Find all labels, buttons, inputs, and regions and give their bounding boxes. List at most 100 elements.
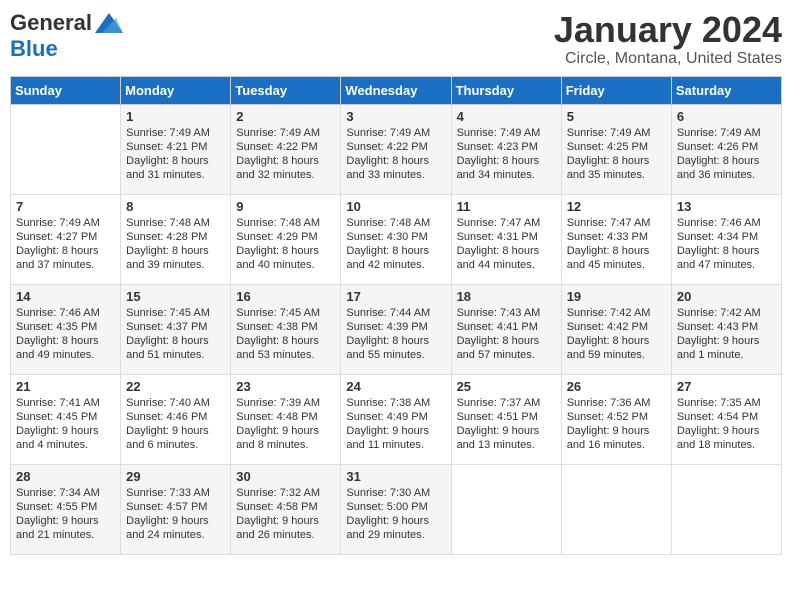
sunset-text: Sunset: 4:22 PM bbox=[346, 140, 445, 154]
daylight-text: Daylight: 9 hours bbox=[457, 424, 556, 438]
daylight-text: and 4 minutes. bbox=[16, 438, 115, 452]
sunset-text: Sunset: 4:25 PM bbox=[567, 140, 666, 154]
day-number: 25 bbox=[457, 379, 556, 394]
sunrise-text: Sunrise: 7:49 AM bbox=[677, 126, 776, 140]
daylight-text: Daylight: 9 hours bbox=[126, 424, 225, 438]
calendar-week-row: 1Sunrise: 7:49 AMSunset: 4:21 PMDaylight… bbox=[11, 104, 782, 194]
daylight-text: and 33 minutes. bbox=[346, 168, 445, 182]
day-number: 22 bbox=[126, 379, 225, 394]
daylight-text: Daylight: 8 hours bbox=[457, 244, 556, 258]
sunset-text: Sunset: 4:49 PM bbox=[346, 410, 445, 424]
calendar-day-header: Wednesday bbox=[341, 76, 451, 104]
sunset-text: Sunset: 4:37 PM bbox=[126, 320, 225, 334]
calendar-table: SundayMondayTuesdayWednesdayThursdayFrid… bbox=[10, 76, 782, 555]
daylight-text: and 40 minutes. bbox=[236, 258, 335, 272]
calendar-day-header: Sunday bbox=[11, 76, 121, 104]
calendar-cell: 10Sunrise: 7:48 AMSunset: 4:30 PMDayligh… bbox=[341, 194, 451, 284]
calendar-cell: 30Sunrise: 7:32 AMSunset: 4:58 PMDayligh… bbox=[231, 464, 341, 554]
calendar-cell: 21Sunrise: 7:41 AMSunset: 4:45 PMDayligh… bbox=[11, 374, 121, 464]
calendar-cell bbox=[671, 464, 781, 554]
sunset-text: Sunset: 4:41 PM bbox=[457, 320, 556, 334]
daylight-text: Daylight: 9 hours bbox=[236, 514, 335, 528]
day-number: 23 bbox=[236, 379, 335, 394]
day-number: 12 bbox=[567, 199, 666, 214]
sunset-text: Sunset: 4:43 PM bbox=[677, 320, 776, 334]
daylight-text: Daylight: 9 hours bbox=[346, 514, 445, 528]
sunrise-text: Sunrise: 7:45 AM bbox=[126, 306, 225, 320]
daylight-text: Daylight: 9 hours bbox=[16, 514, 115, 528]
calendar-day-header: Tuesday bbox=[231, 76, 341, 104]
daylight-text: Daylight: 8 hours bbox=[236, 154, 335, 168]
sunrise-text: Sunrise: 7:46 AM bbox=[16, 306, 115, 320]
daylight-text: and 34 minutes. bbox=[457, 168, 556, 182]
sunset-text: Sunset: 4:21 PM bbox=[126, 140, 225, 154]
day-number: 29 bbox=[126, 469, 225, 484]
calendar-cell: 9Sunrise: 7:48 AMSunset: 4:29 PMDaylight… bbox=[231, 194, 341, 284]
sunrise-text: Sunrise: 7:49 AM bbox=[126, 126, 225, 140]
daylight-text: Daylight: 8 hours bbox=[126, 244, 225, 258]
sunset-text: Sunset: 4:39 PM bbox=[346, 320, 445, 334]
logo-icon bbox=[95, 13, 123, 33]
calendar-cell bbox=[451, 464, 561, 554]
sunset-text: Sunset: 4:58 PM bbox=[236, 500, 335, 514]
calendar-cell: 4Sunrise: 7:49 AMSunset: 4:23 PMDaylight… bbox=[451, 104, 561, 194]
calendar-week-row: 28Sunrise: 7:34 AMSunset: 4:55 PMDayligh… bbox=[11, 464, 782, 554]
day-number: 3 bbox=[346, 109, 445, 124]
logo-general: General bbox=[10, 10, 92, 36]
title-block: January 2024 Circle, Montana, United Sta… bbox=[554, 10, 782, 68]
calendar-week-row: 14 Sunrise: 7:46 AMSunset: 4:35 PM Dayligh… bbox=[11, 284, 782, 374]
calendar-day-header: Monday bbox=[121, 76, 231, 104]
sunrise-text: Sunrise: 7:39 AM bbox=[236, 396, 335, 410]
sunset-text: Sunset: 4:57 PM bbox=[126, 500, 225, 514]
daylight-text: Daylight: 8 hours bbox=[126, 334, 225, 348]
daylight-text: and 6 minutes. bbox=[126, 438, 225, 452]
calendar-cell: 8Sunrise: 7:48 AMSunset: 4:28 PMDaylight… bbox=[121, 194, 231, 284]
calendar-cell: 19Sunrise: 7:42 AMSunset: 4:42 PMDayligh… bbox=[561, 284, 671, 374]
sunset-text: Sunset: 4:45 PM bbox=[16, 410, 115, 424]
sunrise-text: Sunrise: 7:48 AM bbox=[346, 216, 445, 230]
daylight-text: and 44 minutes. bbox=[457, 258, 556, 272]
daylight-text: Daylight: 8 hours bbox=[236, 244, 335, 258]
calendar-week-row: 21Sunrise: 7:41 AMSunset: 4:45 PMDayligh… bbox=[11, 374, 782, 464]
daylight-text: Daylight: 8 hours bbox=[457, 154, 556, 168]
sunset-text: Sunset: 4:38 PM bbox=[236, 320, 335, 334]
daylight-text: Daylight: 8 hours bbox=[567, 334, 666, 348]
daylight-text: and 13 minutes. bbox=[457, 438, 556, 452]
day-number: 5 bbox=[567, 109, 666, 124]
daylight-text: Daylight: 9 hours bbox=[677, 424, 776, 438]
calendar-cell: 24 Sunrise: 7:38 AMSunset: 4:49 PMDayligh… bbox=[341, 374, 451, 464]
sunrise-text: Sunrise: 7:33 AM bbox=[126, 486, 225, 500]
day-number: 9 bbox=[236, 199, 335, 214]
day-number: 14 bbox=[16, 289, 115, 304]
daylight-text: Daylight: 8 hours bbox=[567, 154, 666, 168]
calendar-day-header: Thursday bbox=[451, 76, 561, 104]
daylight-text: and 45 minutes. bbox=[567, 258, 666, 272]
sunset-text: Sunset: 4:35 PM bbox=[16, 320, 115, 334]
sunrise-text: Sunrise: 7:38 AM bbox=[346, 396, 445, 410]
day-number: 11 bbox=[457, 199, 556, 214]
sunrise-text: Sunrise: 7:35 AM bbox=[677, 396, 776, 410]
calendar-cell: 12Sunrise: 7:47 AMSunset: 4:33 PMDayligh… bbox=[561, 194, 671, 284]
calendar-cell: 26Sunrise: 7:36 AMSunset: 4:52 PMDayligh… bbox=[561, 374, 671, 464]
calendar-cell: 15Sunrise: 7:45 AMSunset: 4:37 PMDayligh… bbox=[121, 284, 231, 374]
daylight-text: Daylight: 8 hours bbox=[16, 244, 115, 258]
day-number: 24 bbox=[346, 379, 445, 394]
daylight-text: and 26 minutes. bbox=[236, 528, 335, 542]
daylight-text: and 8 minutes. bbox=[236, 438, 335, 452]
daylight-text: and 51 minutes. bbox=[126, 348, 225, 362]
daylight-text: and 11 minutes. bbox=[346, 438, 445, 452]
sunset-text: Sunset: 4:51 PM bbox=[457, 410, 556, 424]
daylight-text: and 16 minutes. bbox=[567, 438, 666, 452]
daylight-text: Daylight: 8 hours bbox=[346, 154, 445, 168]
daylight-text: Daylight: 8 hours bbox=[567, 244, 666, 258]
daylight-text: and 42 minutes. bbox=[346, 258, 445, 272]
sunrise-text: Sunrise: 7:49 AM bbox=[457, 126, 556, 140]
daylight-text: Daylight: 9 hours bbox=[346, 424, 445, 438]
day-number: 19 bbox=[567, 289, 666, 304]
sunrise-text: Sunrise: 7:43 AM bbox=[457, 306, 556, 320]
sunset-text: Sunset: 4:33 PM bbox=[567, 230, 666, 244]
sunrise-text: Sunrise: 7:47 AM bbox=[457, 216, 556, 230]
calendar-day-header: Saturday bbox=[671, 76, 781, 104]
calendar-cell: 17Sunrise: 7:44 AMSunset: 4:39 PMDayligh… bbox=[341, 284, 451, 374]
sunrise-text: Sunrise: 7:30 AM bbox=[346, 486, 445, 500]
